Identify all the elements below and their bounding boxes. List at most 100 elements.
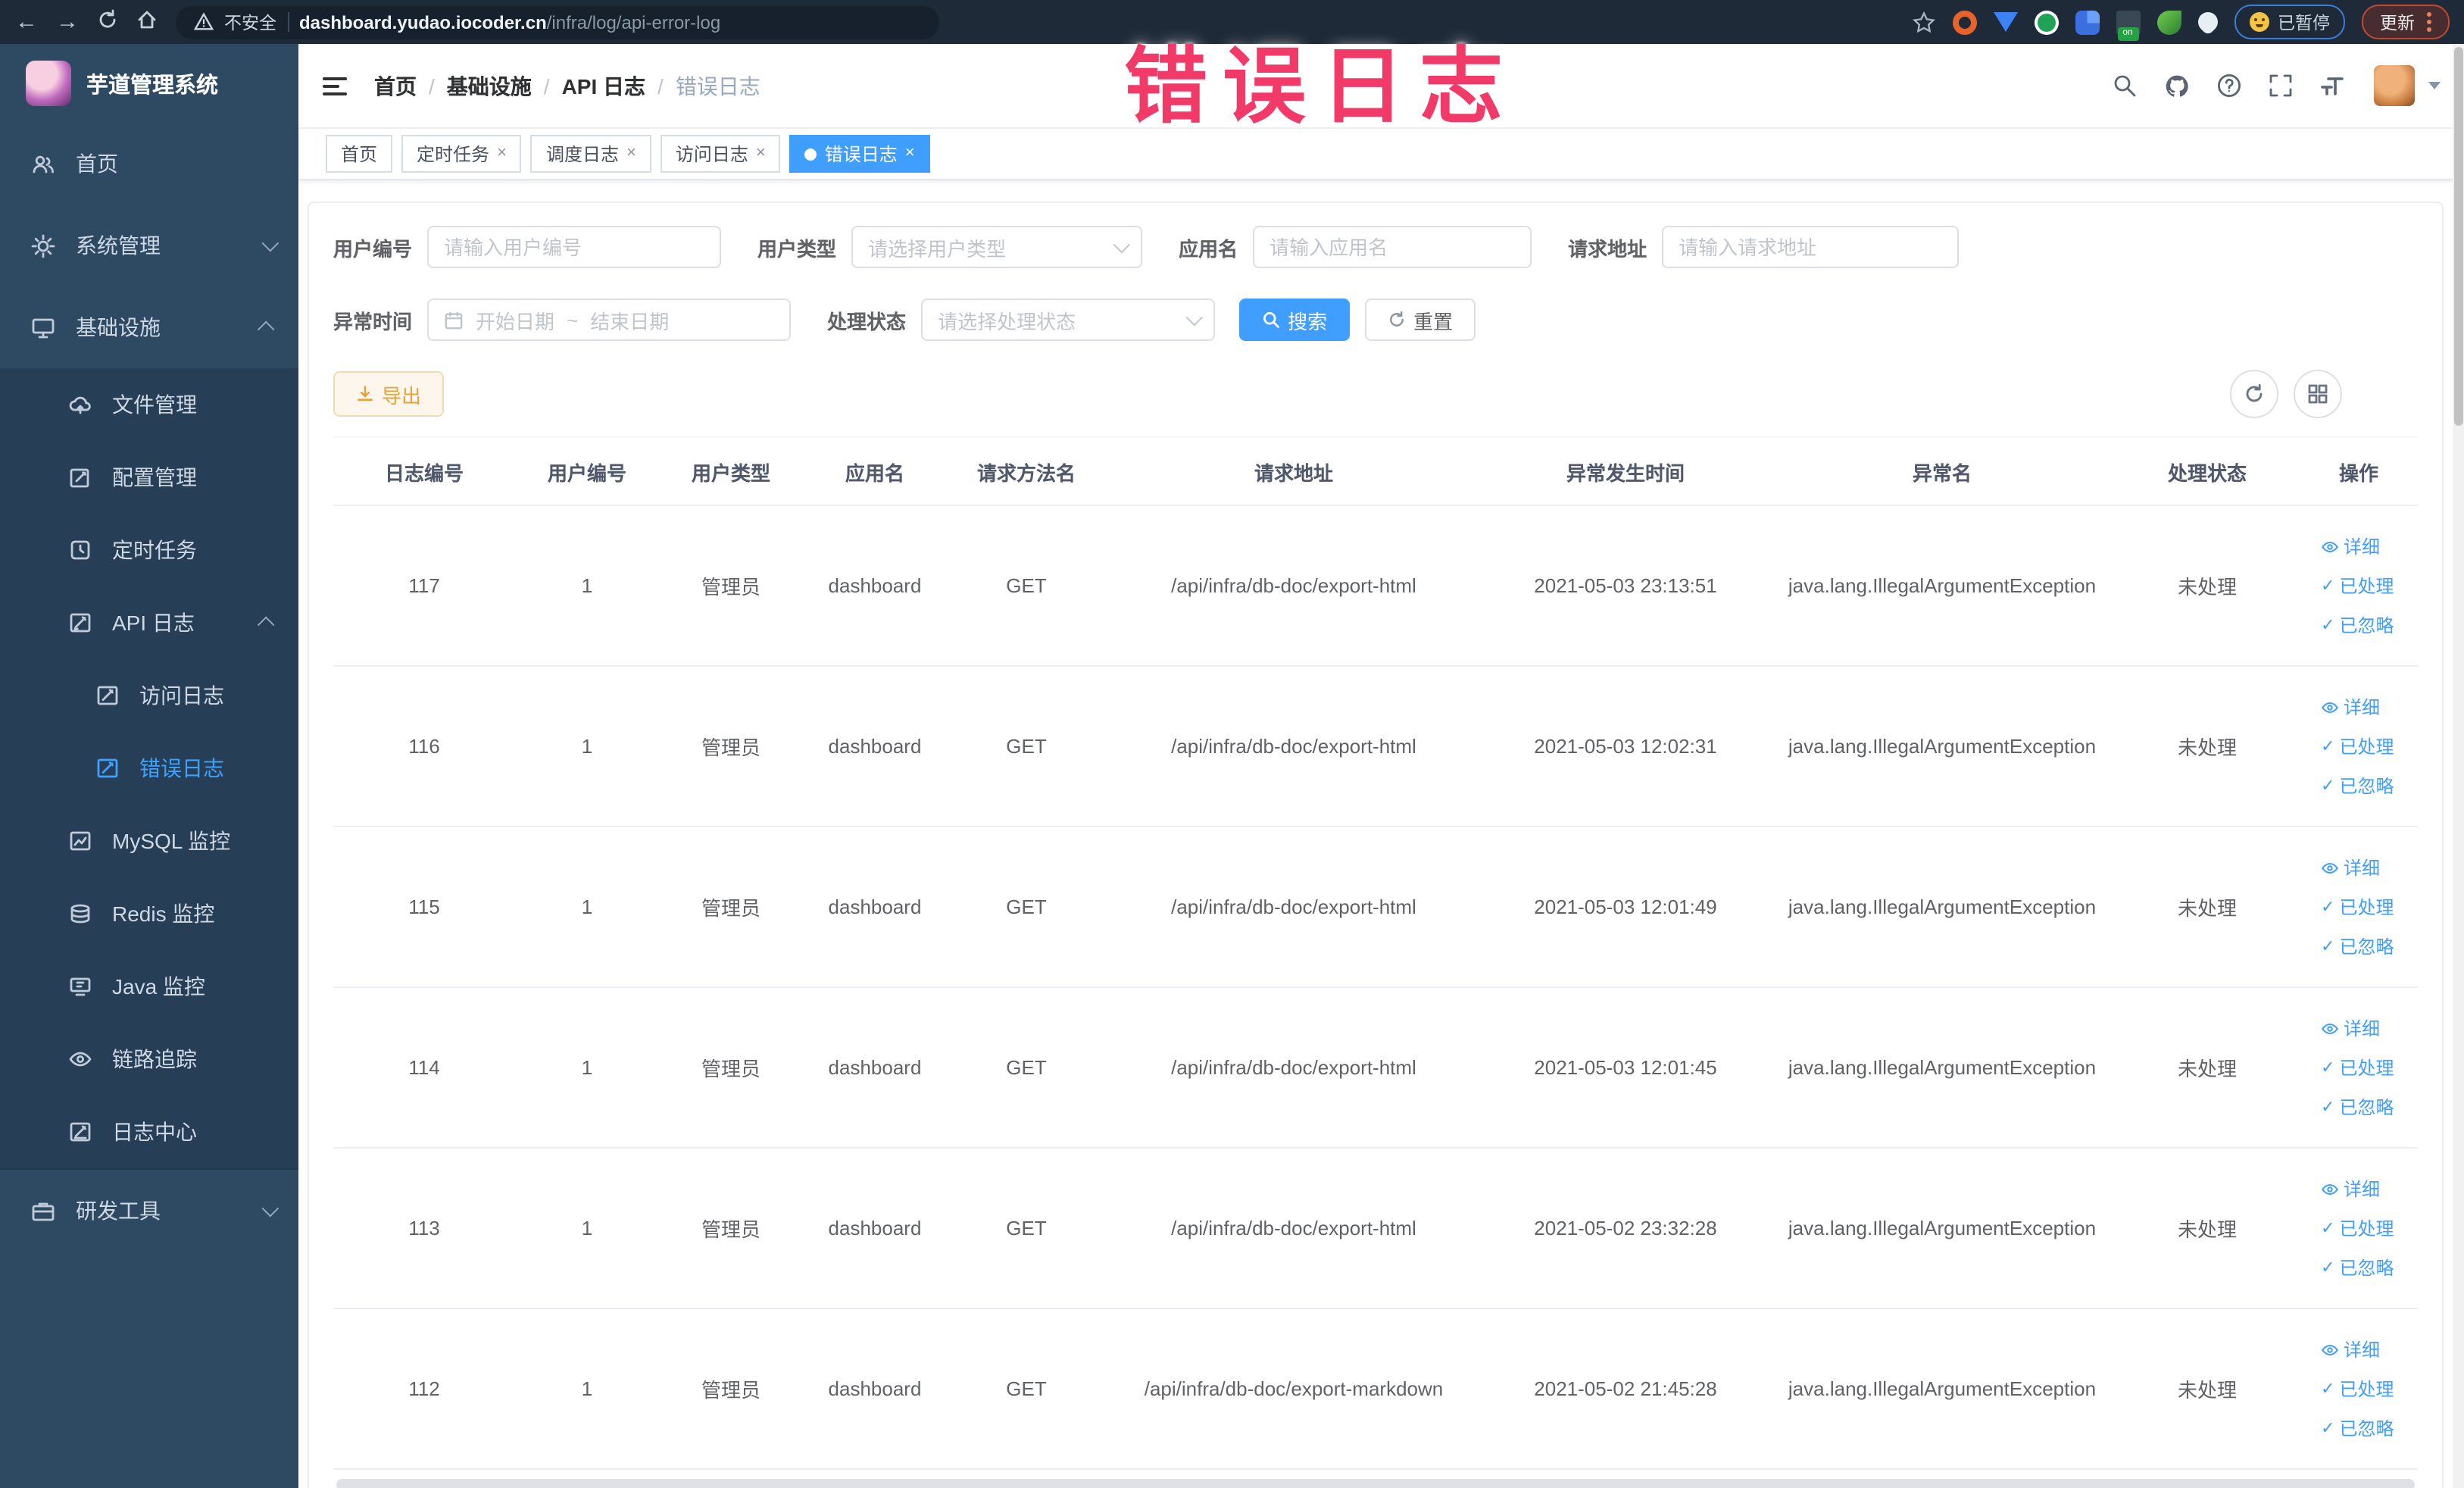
reload-icon[interactable] xyxy=(97,9,118,35)
infra-submenu: 文件管理 配置管理 定时任务 API 日志 访问日志 错误日志 MySQL 监控… xyxy=(0,368,298,1168)
request-url-input[interactable] xyxy=(1662,226,1960,268)
close-icon[interactable]: × xyxy=(497,145,507,162)
sidebar-item-file[interactable]: 文件管理 xyxy=(0,368,298,441)
sidebar-item-api-log[interactable]: API 日志 xyxy=(0,586,298,659)
ignored-link[interactable]: ✓ 已忽略 xyxy=(2321,773,2394,799)
paused-extension-chip[interactable]: 已暂停 xyxy=(2234,5,2345,39)
bookmark-star-icon[interactable] xyxy=(1911,10,1935,34)
hamburger-icon[interactable] xyxy=(317,70,353,101)
sidebar-item-access-log[interactable]: 访问日志 xyxy=(0,659,298,732)
sidebar-item-job[interactable]: 定时任务 xyxy=(0,514,298,586)
detail-link[interactable]: 详细 xyxy=(2321,1176,2380,1202)
extension-icon[interactable] xyxy=(2034,10,2058,34)
detail-link[interactable]: 详细 xyxy=(2321,1015,2380,1041)
back-icon[interactable]: ← xyxy=(15,11,38,33)
browser-update-button[interactable]: 更新 xyxy=(2362,5,2450,39)
processed-link[interactable]: ✓ 已处理 xyxy=(2321,1215,2394,1241)
processed-link[interactable]: ✓ 已处理 xyxy=(2321,1055,2394,1080)
paused-label: 已暂停 xyxy=(2278,14,2330,33)
detail-link[interactable]: 详细 xyxy=(2321,694,2380,720)
sidebar-item-infra[interactable]: 基础设施 xyxy=(0,286,298,368)
sidebar-item-home[interactable]: 首页 xyxy=(0,123,298,205)
sidebar-item-system[interactable]: 系统管理 xyxy=(0,205,298,286)
search-icon[interactable] xyxy=(2112,73,2138,98)
scrollbar-thumb[interactable] xyxy=(2454,47,2463,426)
breadcrumb-api-log[interactable]: API 日志 xyxy=(562,70,645,101)
ignored-link[interactable]: ✓ 已忽略 xyxy=(2321,612,2394,638)
help-icon[interactable] xyxy=(2216,73,2242,98)
address-bar[interactable]: 不安全 dashboard.yudao.iocoder.cn/infra/log… xyxy=(176,5,939,39)
tab-access-log[interactable]: 访问日志 × xyxy=(660,135,781,173)
app-logo[interactable]: 芋道管理系统 xyxy=(0,44,298,123)
tab-job-log[interactable]: 调度日志 × xyxy=(530,135,651,173)
sidebar-item-error-log[interactable]: 错误日志 xyxy=(0,732,298,805)
close-icon[interactable]: × xyxy=(626,145,636,162)
user-id-input[interactable] xyxy=(427,226,722,268)
extension-icon[interactable] xyxy=(1993,12,2017,32)
doc-icon xyxy=(67,1119,92,1145)
date-range-picker[interactable]: 开始日期 ~ 结束日期 xyxy=(427,299,792,341)
close-icon[interactable]: × xyxy=(905,145,915,162)
tab-job[interactable]: 定时任务 × xyxy=(401,135,522,173)
reset-button[interactable]: 重置 xyxy=(1365,299,1476,341)
font-size-icon[interactable] xyxy=(2319,73,2348,98)
user-avatar[interactable] xyxy=(2374,65,2415,106)
tab-home[interactable]: 首页 xyxy=(326,135,393,173)
ignored-link[interactable]: ✓ 已忽略 xyxy=(2321,933,2394,959)
chevron-down-icon xyxy=(1113,236,1131,254)
browser-menu-icon[interactable] xyxy=(2427,12,2431,32)
eye-icon xyxy=(2322,861,2338,874)
breadcrumb: 首页 / 基础设施 / API 日志 / 错误日志 xyxy=(374,70,760,101)
check-icon: ✓ xyxy=(2321,1259,2335,1277)
tab-error-log[interactable]: 错误日志 × xyxy=(789,135,930,173)
ignored-link[interactable]: ✓ 已忽略 xyxy=(2321,1255,2394,1280)
process-status-select[interactable]: 请选择处理状态 xyxy=(921,299,1216,341)
column-header: 异常发生时间 xyxy=(1482,436,1769,506)
search-button[interactable]: 搜索 xyxy=(1239,299,1351,341)
export-button[interactable]: 导出 xyxy=(333,371,445,417)
processed-link[interactable]: ✓ 已处理 xyxy=(2321,1376,2394,1402)
extension-icon[interactable] xyxy=(1952,10,1976,34)
grid-icon xyxy=(2308,384,2328,404)
sidebar-item-config[interactable]: 配置管理 xyxy=(0,441,298,514)
refresh-button[interactable] xyxy=(2230,370,2278,418)
column-settings-button[interactable] xyxy=(2294,370,2342,418)
breadcrumb-home[interactable]: 首页 xyxy=(374,70,417,101)
fullscreen-icon[interactable] xyxy=(2268,73,2294,98)
detail-link[interactable]: 详细 xyxy=(2321,533,2380,559)
extensions-puzzle-icon[interactable] xyxy=(2193,8,2222,36)
extension-icon[interactable] xyxy=(2156,10,2181,34)
github-icon[interactable] xyxy=(2163,72,2191,99)
check-icon: ✓ xyxy=(2321,738,2335,756)
breadcrumb-infra[interactable]: 基础设施 xyxy=(447,70,532,101)
check-icon: ✓ xyxy=(2321,1220,2335,1238)
sidebar: 芋道管理系统 首页 系统管理 基础设施 文件管理 配置管理 定时任务 API 日… xyxy=(0,44,298,1488)
avatar-caret-icon[interactable] xyxy=(2428,82,2441,89)
sidebar-item-trace[interactable]: 链路追踪 xyxy=(0,1023,298,1096)
sidebar-item-java[interactable]: Java 监控 xyxy=(0,950,298,1023)
ignored-link[interactable]: ✓ 已忽略 xyxy=(2321,1415,2394,1441)
detail-link[interactable]: 详细 xyxy=(2321,1336,2380,1362)
app-name-input[interactable] xyxy=(1253,226,1532,268)
user-type-label: 用户类型 xyxy=(757,237,837,260)
home-icon[interactable] xyxy=(136,9,158,35)
detail-link[interactable]: 详细 xyxy=(2321,855,2380,880)
sidebar-item-mysql[interactable]: MySQL 监控 xyxy=(0,805,298,877)
extension-icon[interactable]: on xyxy=(2116,10,2140,40)
forward-icon[interactable]: → xyxy=(56,11,79,33)
close-icon[interactable]: × xyxy=(756,145,766,162)
page-url: dashboard.yudao.iocoder.cn/infra/log/api… xyxy=(299,11,721,33)
column-header: 应用名 xyxy=(803,436,947,506)
processed-link[interactable]: ✓ 已处理 xyxy=(2321,733,2394,759)
user-type-select[interactable]: 请选择用户类型 xyxy=(851,226,1143,268)
sidebar-item-log-center[interactable]: 日志中心 xyxy=(0,1096,298,1168)
extension-icon[interactable] xyxy=(2075,10,2099,34)
edit-icon xyxy=(94,755,120,781)
sidebar-item-redis[interactable]: Redis 监控 xyxy=(0,877,298,950)
horizontal-scrollbar[interactable] xyxy=(336,1479,2415,1488)
sidebar-item-dev-tools[interactable]: 研发工具 xyxy=(0,1170,298,1252)
ignored-link[interactable]: ✓ 已忽略 xyxy=(2321,1094,2394,1120)
processed-link[interactable]: ✓ 已处理 xyxy=(2321,573,2394,599)
vertical-scrollbar[interactable] xyxy=(2453,44,2464,1488)
processed-link[interactable]: ✓ 已处理 xyxy=(2321,894,2394,920)
